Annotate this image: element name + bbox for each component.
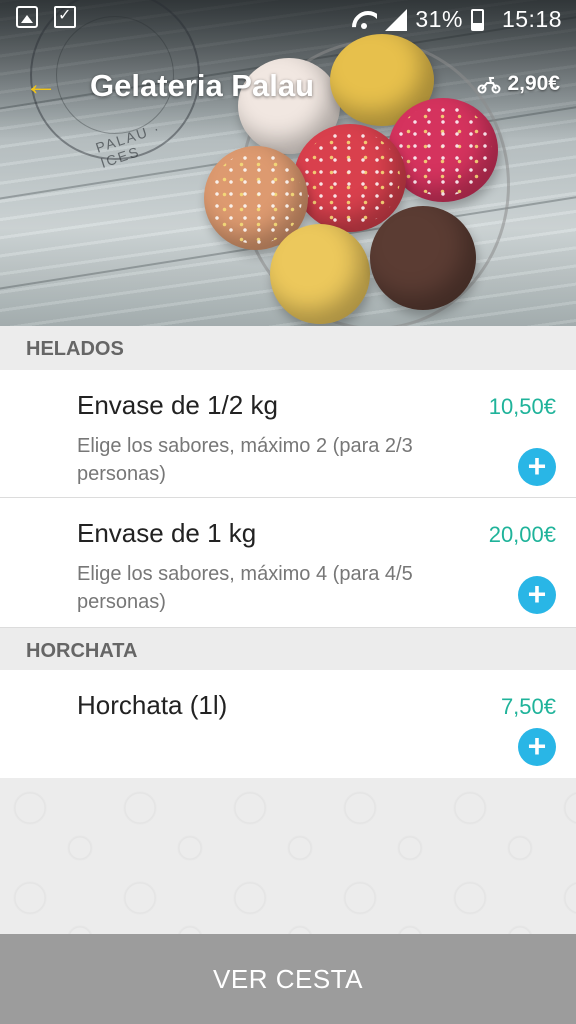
status-bar: 31% 15:18 [0,0,576,40]
menu-item[interactable]: Horchata (1l) 7,50€ + [0,670,576,778]
wifi-icon [351,9,377,31]
item-description: Elige los sabores, máximo 2 (para 2/3 pe… [77,435,413,485]
item-name: Envase de 1 kg [77,518,257,548]
delivery-fee: 2,90€ [477,72,560,96]
section-header-horchata: HORCHATA [0,628,576,672]
add-item-button[interactable]: + [518,728,556,766]
back-arrow-icon[interactable]: ← [24,66,64,102]
menu-item[interactable]: Envase de 1/2 kg 10,50€ Elige los sabore… [0,370,576,498]
item-price: 10,50€ [488,394,556,419]
add-item-button[interactable]: + [518,448,556,486]
scoop-mango [270,224,370,324]
task-notification-icon [54,5,76,28]
signal-icon [385,8,408,31]
section-header-helados: HELADOS [0,326,576,370]
battery-icon [470,8,484,31]
page-title: Gelateria Palau [90,68,315,103]
background-pattern [0,778,576,934]
battery-percent: 31% [415,6,463,32]
menu-item[interactable]: Envase de 1 kg 20,00€ Elige los sabores,… [0,498,576,628]
scoop-strawberry [294,124,406,232]
item-price: 7,50€ [500,694,556,719]
gallery-notification-icon [16,6,38,28]
view-cart-button[interactable]: VER CESTA [0,934,576,1024]
item-name: Horchata (1l) [77,690,228,720]
add-item-button[interactable]: + [518,576,556,614]
scoop-chocolate [370,206,476,310]
clock: 15:18 [501,6,562,32]
item-name: Envase de 1/2 kg [77,390,278,420]
item-description: Elige los sabores, máximo 4 (para 4/5 pe… [77,563,413,613]
scooter-icon [477,77,501,94]
app-bar: ← Gelateria Palau 2,90€ [0,56,576,112]
delivery-fee-value: 2,90€ [507,72,560,95]
hero-image: PALAU · ICES [0,0,576,326]
item-price: 20,00€ [488,522,556,547]
